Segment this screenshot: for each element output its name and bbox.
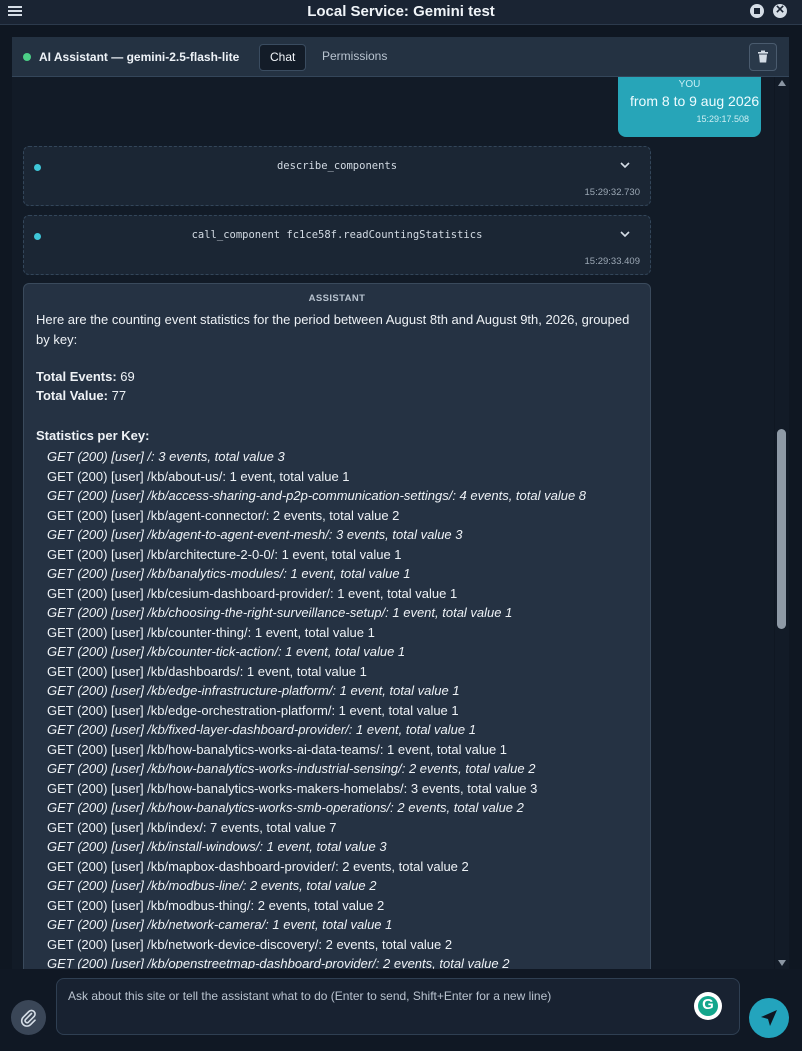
scroll-thumb[interactable]: [777, 429, 786, 629]
composer: Ask about this site or tell the assistan…: [0, 969, 802, 1051]
chat-scrollbar[interactable]: [775, 77, 789, 969]
list-item: GET (200) [user] /kb/edge-orchestration-…: [47, 702, 459, 718]
tab-chat[interactable]: Chat: [259, 44, 307, 71]
list-item: GET (200) [user] /kb/agent-to-agent-even…: [47, 527, 463, 542]
chevron-down-icon[interactable]: [619, 228, 631, 240]
list-item: GET (200) [user] /kb/access-sharing-and-…: [47, 488, 587, 503]
chat-log[interactable]: YOU from 8 to 9 aug 2026 15:29:17.508 de…: [12, 77, 774, 969]
list-item: GET (200) [user] /kb/install-windows/: 1…: [47, 839, 387, 854]
list-item: GET (200) [user] /kb/modbus-thing/: 2 ev…: [47, 897, 385, 913]
list-item: GET (200) [user] /kb/architecture-2-0-0/…: [47, 546, 402, 562]
list-item: GET (200) [user] /kb/dashboards/: 1 even…: [47, 663, 367, 679]
user-message: YOU from 8 to 9 aug 2026 15:29:17.508: [618, 77, 761, 137]
close-icon[interactable]: [773, 1, 787, 18]
grammarly-icon[interactable]: [694, 992, 722, 1020]
list-item: GET (200) [user] /kb/how-banalytics-work…: [47, 800, 524, 815]
assistant-header: AI Assistant — gemini-2.5-flash-lite Cha…: [12, 37, 789, 77]
tool-call-name: describe_components: [276, 160, 398, 172]
assistant-intro: Here are the counting event statistics f…: [36, 312, 630, 347]
assistant-message: ASSISTANT Here are the counting event st…: [23, 283, 651, 969]
total-value: Total Value: 77: [36, 388, 126, 403]
stop-icon[interactable]: [750, 4, 764, 18]
tool-call-name: call_component fc1ce58f.readCountingStat…: [191, 229, 483, 241]
list-item: GET (200) [user] /kb/network-camera/: 1 …: [47, 917, 393, 932]
message-time: 15:29:17.508: [696, 114, 749, 124]
list-item: GET (200) [user] /kb/openstreetmap-dashb…: [47, 956, 510, 969]
list-item: GET (200) [user] /kb/choosing-the-right-…: [47, 605, 513, 620]
total-value-label: Total Value:: [36, 388, 108, 403]
list-item: GET (200) [user] /kb/mapbox-dashboard-pr…: [47, 858, 469, 874]
chevron-down-icon[interactable]: [619, 159, 631, 171]
list-item: GET (200) [user] /kb/how-banalytics-work…: [47, 761, 536, 776]
list-item: GET (200) [user] /kb/how-banalytics-work…: [47, 741, 508, 757]
scroll-up-arrow[interactable]: [778, 80, 786, 86]
list-item: GET (200) [user] /kb/about-us/: 1 event,…: [47, 468, 350, 484]
send-icon: [761, 1010, 777, 1026]
list-item: GET (200) [user] /kb/cesium-dashboard-pr…: [47, 585, 458, 601]
total-events-label: Total Events:: [36, 369, 117, 384]
list-item: GET (200) [user] /kb/agent-connector/: 2…: [47, 507, 400, 523]
message-input[interactable]: Ask about this site or tell the assistan…: [56, 978, 740, 1035]
list-item: GET (200) [user] /: 3 events, total valu…: [47, 449, 285, 464]
list-item: GET (200) [user] /kb/modbus-line/: 2 eve…: [47, 878, 377, 893]
tool-call-card[interactable]: call_component fc1ce58f.readCountingStat…: [23, 215, 651, 275]
list-item: GET (200) [user] /kb/banalytics-modules/…: [47, 566, 411, 581]
total-events: Total Events: 69: [36, 369, 135, 384]
send-button[interactable]: [749, 998, 789, 1038]
message-sender: YOU: [678, 79, 701, 90]
list-item: GET (200) [user] /kb/counter-tick-action…: [47, 644, 406, 659]
scroll-down-arrow[interactable]: [778, 960, 786, 966]
list-item: GET (200) [user] /kb/index/: 7 events, t…: [47, 819, 337, 835]
message-sender: ASSISTANT: [308, 293, 366, 304]
tool-call-card[interactable]: describe_components 15:29:32.730: [23, 146, 651, 206]
list-item: GET (200) [user] /kb/how-banalytics-work…: [47, 780, 538, 796]
list-item: GET (200) [user] /kb/edge-infrastructure…: [47, 683, 460, 698]
assistant-title: AI Assistant — gemini-2.5-flash-lite: [39, 50, 240, 64]
tab-permissions[interactable]: Permissions: [312, 44, 397, 69]
list-item: GET (200) [user] /kb/fixed-layer-dashboa…: [47, 722, 476, 737]
clear-chat-button[interactable]: [749, 43, 777, 71]
title-bar: Local Service: Gemini test: [0, 0, 802, 25]
stats-list: GET (200) [user] /: 3 events, total valu…: [47, 447, 586, 969]
trash-icon: [758, 50, 768, 63]
list-item: GET (200) [user] /kb/counter-thing/: 1 e…: [47, 624, 375, 640]
status-indicator: [23, 53, 31, 61]
stats-heading: Statistics per Key:: [36, 428, 150, 443]
attach-button[interactable]: [11, 1000, 46, 1035]
message-text: from 8 to 9 aug 2026: [630, 93, 760, 109]
tool-call-time: 15:29:33.409: [584, 256, 640, 267]
total-events-value: 69: [116, 369, 135, 384]
tool-call-time: 15:29:32.730: [584, 187, 640, 198]
list-item: GET (200) [user] /kb/network-device-disc…: [47, 936, 453, 952]
paperclip-icon: [20, 1009, 36, 1027]
window-title: Local Service: Gemini test: [307, 3, 495, 20]
total-value-value: 77: [108, 388, 127, 403]
